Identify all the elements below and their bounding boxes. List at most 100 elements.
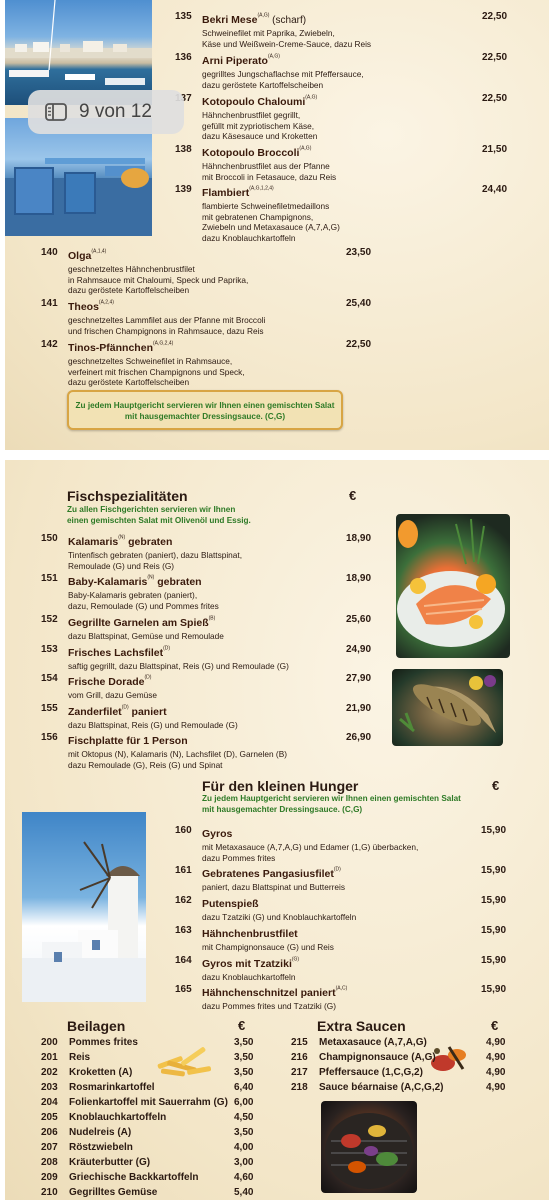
item-price: 15,90	[481, 825, 507, 836]
allergen-codes: (A,G,1,2,4)	[249, 185, 274, 192]
item-title-extra: (scharf)	[269, 15, 307, 26]
item-number: 163	[175, 925, 192, 936]
item-title: Metaxasauce (A,7,A,G)	[319, 1037, 427, 1048]
item-title: Baby-Kalamaris	[68, 576, 148, 588]
item-number: 215	[291, 1037, 308, 1048]
menu-item-155: 155 Zanderfilet(D) paniert dazu Blattspi…	[41, 702, 371, 731]
item-number: 141	[41, 298, 58, 309]
sauces-title: Extra Saucen	[317, 1018, 406, 1034]
item-number: 165	[175, 984, 192, 995]
item-price: 24,90	[346, 644, 372, 655]
allergen-codes: (A,C)	[335, 985, 348, 992]
small-hunger-euro-header: €	[492, 778, 500, 793]
allergen-codes: (A,G)	[299, 145, 312, 152]
item-price: 22,50	[346, 339, 372, 350]
item-number: 138	[175, 144, 192, 155]
allergen-codes: (A,G,2,4)	[152, 340, 174, 347]
allergen-codes: (A,1,4)	[91, 248, 107, 255]
item-title-suffix: gebraten	[154, 576, 202, 588]
item-title: Sauce béarnaise (A,C,G,2)	[319, 1082, 444, 1093]
item-number: 151	[41, 573, 58, 584]
item-desc-line: flambierte Schweinefiletmedaillons	[202, 201, 330, 211]
small-hunger-title: Für den kleinen Hunger	[202, 778, 359, 794]
item-price: 6,00	[234, 1097, 254, 1108]
item-price: 25,60	[346, 614, 372, 625]
item-title: Putenspieß	[202, 898, 259, 910]
menu-item-136: 136 Arni Piperato(A,G) gegrilltes Jungsc…	[175, 51, 515, 90]
item-number: 209	[41, 1172, 58, 1183]
menu-item-137: 137 Kotopoulo Chaloumi(A,G) Hähnchenbrus…	[175, 92, 515, 142]
small-hunger-note: Zu jedem Hauptgericht servieren wir Ihne…	[202, 794, 461, 815]
item-price: 4,60	[234, 1172, 254, 1183]
item-desc-line: gegrilltes Jungschaflachse mit Pfeffersa…	[202, 69, 364, 79]
fish-note-line: Zu allen Fischgerichten servieren wir Ih…	[67, 505, 236, 514]
fries-illustration	[153, 1046, 215, 1082]
item-title: Hähnchenschnitzel paniert	[202, 987, 336, 999]
item-desc-line: Käse und Weißwein-Creme-Sauce, dazu Reis	[202, 38, 372, 49]
item-desc-line: mit Oktopus (N), Kalamaris (N), Lachsfil…	[68, 749, 287, 759]
item-desc-line: dazu Knoblauchkartoffeln	[202, 972, 296, 982]
item-number: 152	[41, 614, 58, 625]
salad-note-line: mit hausgemachter Dressingsauce. (C,G)	[124, 412, 286, 421]
allergen-codes: (D)	[121, 704, 129, 711]
item-number: 155	[41, 703, 58, 714]
sides-title: Beilagen	[67, 1018, 126, 1034]
item-title: Kräuterbutter (G)	[69, 1157, 151, 1168]
item-title: Theos	[68, 301, 99, 313]
item-desc-line: Tintenfisch gebraten (paniert), dazu Bla…	[68, 550, 243, 560]
item-price: 6,40	[234, 1082, 254, 1093]
allergen-codes: (A,2,4)	[98, 299, 114, 306]
grilled-vegetables-photo	[321, 1101, 417, 1193]
allergen-codes: (D)	[144, 674, 152, 681]
item-title: Bekri Mese	[202, 14, 258, 26]
sauces-euro-header: €	[491, 1018, 499, 1033]
item-price: 18,90	[346, 533, 372, 544]
item-desc-line: dazu geröstete Kartoffelscheiben	[202, 79, 324, 90]
menu-item-156: 156 Fischplatte für 1 Person mit Oktopus…	[41, 731, 371, 770]
item-desc-line: dazu geröstete Kartoffelscheiben	[68, 285, 190, 295]
menu-item-140: 140 Olga(A,1,4) geschnetzeltes Hähnchenb…	[41, 246, 381, 296]
item-number: 156	[41, 732, 58, 743]
menu-page-lower: Fischspezialitäten € Zu allen Fischgeric…	[5, 460, 549, 1200]
item-desc-line: verfeinert mit frischen Champignons und …	[68, 366, 245, 377]
item-title: Tinos-Pfännchen	[68, 342, 153, 354]
windmill-photo	[22, 812, 146, 1002]
page-counter-badge[interactable]: 9 von 12	[28, 90, 184, 134]
item-price: 22,50	[482, 93, 508, 104]
menu-item-163: 163 Hähnchenbrustfilet mit Champignonsau…	[175, 924, 520, 953]
item-price: 21,90	[346, 703, 372, 714]
item-price: 3,00	[234, 1157, 254, 1168]
item-number: 164	[175, 955, 192, 966]
item-title: Kalamaris	[68, 536, 119, 548]
taverna-photo	[5, 118, 152, 236]
item-price: 23,50	[346, 247, 372, 258]
small-hunger-note-line: Zu jedem Hauptgericht servieren wir Ihne…	[202, 794, 461, 803]
item-number: 135	[175, 11, 192, 22]
item-number: 216	[291, 1052, 308, 1063]
allergen-codes: (A,G)	[257, 12, 270, 19]
item-price: 21,50	[482, 144, 508, 155]
menu-item-135: 135 Bekri Mese(A,G) (scharf) Schweinefil…	[175, 10, 515, 49]
item-title: Folienkartoffel mit Sauerrahm (G)	[69, 1097, 228, 1108]
salmon-dish-photo	[396, 514, 510, 658]
item-number: 200	[41, 1037, 58, 1048]
item-desc-line: Baby-Kalamaris gebraten (paniert),	[68, 590, 198, 600]
item-price: 4,90	[486, 1082, 506, 1093]
item-title: Fischplatte für 1 Person	[68, 735, 188, 747]
item-title: Gegrillte Garnelen am Spieß	[68, 617, 209, 629]
item-number: 204	[41, 1097, 58, 1108]
item-desc-line: Zwiebeln und Metaxasauce (A,7,A,G)	[202, 222, 340, 232]
item-title: Arni Piperato	[202, 55, 268, 67]
item-title: Griechische Backkartoffeln	[69, 1172, 199, 1183]
fish-euro-header: €	[349, 488, 357, 503]
item-title: Reis	[69, 1052, 91, 1063]
salad-note-line: Zu jedem Hauptgericht servieren wir Ihne…	[75, 401, 335, 410]
menu-item-154: 154 Frische Dorade(D) vom Grill, dazu Ge…	[41, 672, 371, 701]
item-price: 15,90	[481, 925, 507, 936]
item-number: 202	[41, 1067, 58, 1078]
allergen-codes: (D)	[163, 645, 171, 652]
item-price: 27,90	[346, 673, 372, 684]
item-title: Kotopoulo Chaloumi	[202, 96, 306, 108]
item-title: Nudelreis (A)	[69, 1127, 132, 1138]
item-desc-line: dazu Blattspinat, Reis (G) und Remoulade…	[68, 720, 238, 730]
